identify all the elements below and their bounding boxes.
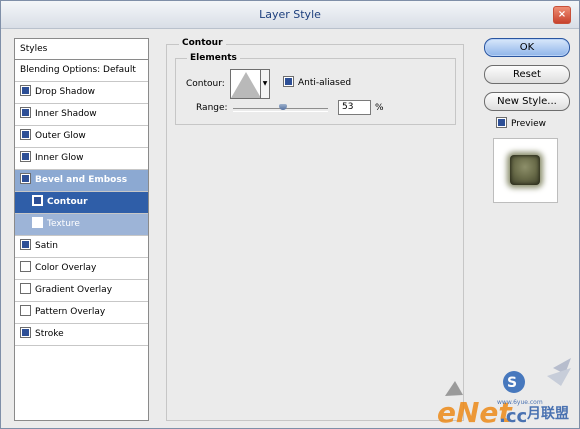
contour-group-title: Contour [179,38,226,48]
style-item-satin[interactable]: Satin [15,236,148,258]
enet-watermark-logo: S eNet .cc 月联盟 www.6yue.com [437,358,571,426]
style-item-drop-shadow[interactable]: Drop Shadow [15,82,148,104]
close-icon[interactable]: × [553,6,571,24]
style-checkbox[interactable] [20,239,31,250]
style-item-label: Satin [35,241,58,251]
style-item-label: Drop Shadow [35,87,96,97]
layer-style-dialog: Layer Style × Styles Blending Options: D… [0,0,580,429]
style-item-blending-options-default[interactable]: Blending Options: Default [15,60,148,82]
style-checkbox[interactable] [20,283,31,294]
style-item-label: Color Overlay [35,263,97,273]
style-item-label: Inner Glow [35,153,84,163]
ok-button[interactable]: OK [484,38,570,57]
elements-group [175,58,456,125]
style-item-pattern-overlay[interactable]: Pattern Overlay [15,302,148,324]
anti-aliased-label: Anti-aliased [298,78,352,88]
preview-checkbox[interactable] [496,117,507,128]
style-item-label: Stroke [35,329,64,339]
style-item-contour[interactable]: Contour [15,192,148,214]
svg-text:S: S [507,375,517,391]
anti-aliased-checkbox[interactable] [283,76,294,87]
style-item-stroke[interactable]: Stroke [15,324,148,346]
watermark-text-cn: 月联盟 [526,406,569,422]
style-checkbox[interactable] [20,261,31,272]
title-bar: Layer Style × [1,1,579,29]
style-item-bevel-and-emboss[interactable]: Bevel and Emboss [15,170,148,192]
style-item-gradient-overlay[interactable]: Gradient Overlay [15,280,148,302]
anti-aliased-option[interactable]: Anti-aliased [283,76,352,88]
style-checkbox[interactable] [20,327,31,338]
style-checkbox[interactable] [20,305,31,316]
style-item-label: Inner Shadow [35,109,97,119]
style-item-label: Pattern Overlay [35,307,106,317]
styles-header[interactable]: Styles [15,39,148,60]
style-checkbox[interactable] [32,195,43,206]
style-checkbox[interactable] [20,107,31,118]
style-item-color-overlay[interactable]: Color Overlay [15,258,148,280]
style-item-inner-shadow[interactable]: Inner Shadow [15,104,148,126]
contour-picker[interactable]: ▼ [230,69,270,99]
style-item-label: Bevel and Emboss [35,175,128,185]
watermark-url: www.6yue.com [497,399,543,406]
new-style-button[interactable]: New Style... [484,92,570,111]
style-checkbox[interactable] [20,173,31,184]
style-checkbox[interactable] [20,85,31,96]
window-title: Layer Style [259,8,321,21]
style-item-label: Outer Glow [35,131,86,141]
range-label: Range: [196,103,228,113]
style-item-outer-glow[interactable]: Outer Glow [15,126,148,148]
watermark-text-cc: .cc [499,406,527,426]
elements-group-title: Elements [187,53,240,63]
style-item-label: Texture [47,219,80,229]
contour-label: Contour: [186,79,225,89]
styles-list: Styles Blending Options: Default Drop Sha… [14,38,149,421]
style-item-inner-glow[interactable]: Inner Glow [15,148,148,170]
style-checkbox[interactable] [32,217,43,228]
contour-curve-icon [231,72,261,98]
style-item-texture[interactable]: Texture [15,214,148,236]
preview-swatch [510,155,540,185]
style-item-label: Gradient Overlay [35,285,113,295]
reset-button[interactable]: Reset [484,65,570,84]
contour-label-text: Contour: [186,79,225,89]
style-checkbox[interactable] [20,151,31,162]
style-item-label: Blending Options: Default [20,65,136,75]
chevron-down-icon[interactable]: ▼ [260,70,269,98]
style-checkbox[interactable] [20,129,31,140]
style-item-label: Contour [47,197,88,207]
range-unit: % [375,103,384,113]
style-preview [493,138,558,203]
range-input[interactable]: 53 [338,100,371,115]
preview-option[interactable]: Preview [496,117,547,129]
preview-label: Preview [511,119,547,129]
